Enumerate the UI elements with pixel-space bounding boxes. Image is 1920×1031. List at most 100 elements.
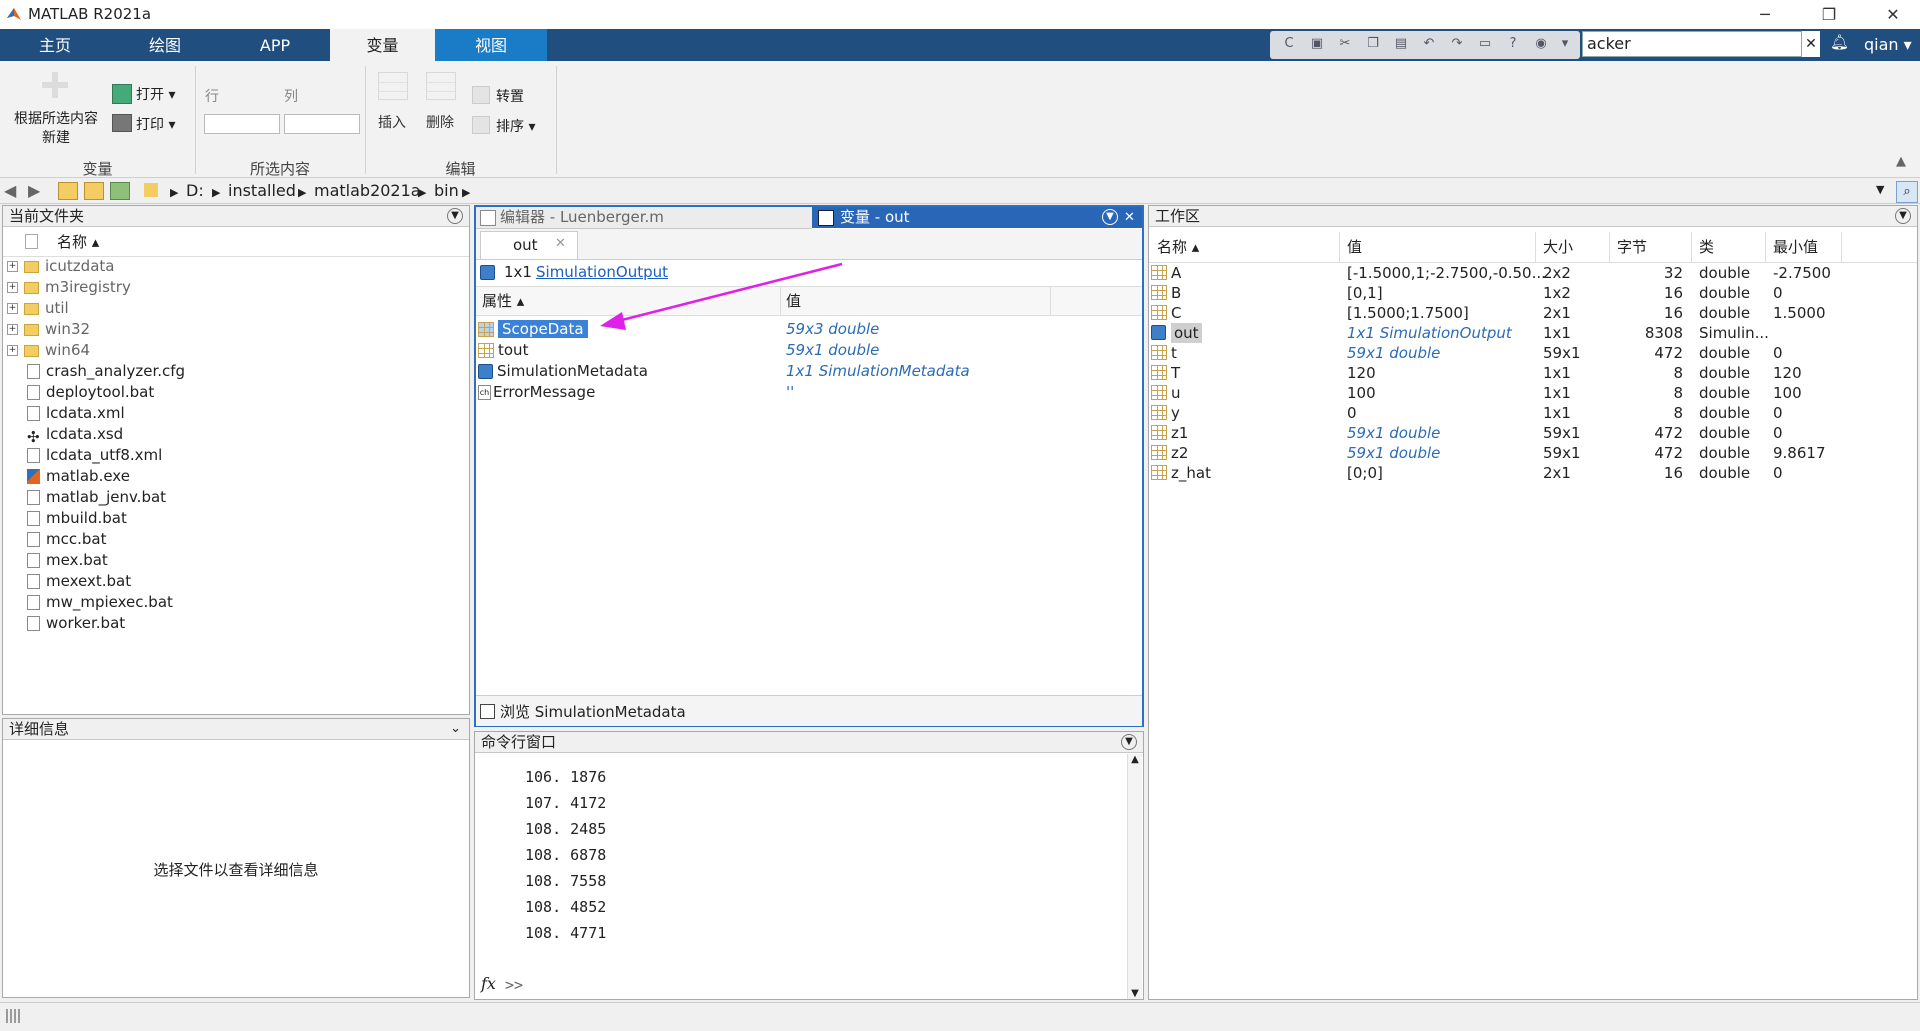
matrix-icon — [1151, 345, 1167, 360]
workspace-panel: 工作区 ▼ 名称 ▴ 值 大小 字节 类 最小值 A [-1.5000,1;-2.… — [1148, 205, 1918, 1000]
ws-cell-min: 1.5000 — [1773, 304, 1826, 322]
command-output: 106. 1876 107. 4172 108. 2485 108. 6878 … — [525, 764, 606, 946]
ws-cell-size: 1x1 — [1543, 324, 1571, 342]
ws-cell-class: double — [1699, 404, 1751, 422]
ws-cell-class: double — [1699, 364, 1751, 382]
workspace-row[interactable]: y 0 1x1 8 double 0 — [1149, 403, 1917, 423]
workspace-row[interactable]: C [1.5000;1.7500] 2x1 16 double 1.5000 — [1149, 303, 1917, 323]
status-busy-icon — [6, 1009, 22, 1023]
ws-cell-class: double — [1699, 264, 1751, 282]
ws-cell-name: t — [1171, 344, 1177, 362]
workspace-row[interactable]: z1 59x1 double 59x1 472 double 0 — [1149, 423, 1917, 443]
ws-cell-bytes: 16 — [1663, 304, 1683, 322]
matrix-icon — [1151, 385, 1167, 400]
ws-cell-size: 59x1 — [1543, 344, 1581, 362]
matrix-icon — [1151, 305, 1167, 320]
workspace-row[interactable]: T 120 1x1 8 double 120 — [1149, 363, 1917, 383]
command-prompt[interactable]: >> — [505, 976, 523, 994]
matrix-icon — [1151, 365, 1167, 380]
workspace-row[interactable]: z_hat [0;0] 2x1 16 double 0 — [1149, 463, 1917, 483]
matrix-icon — [1151, 265, 1167, 280]
ws-cell-min: 120 — [1773, 364, 1802, 382]
ws-cell-class: double — [1699, 304, 1751, 322]
function-browser-icon[interactable]: fx — [481, 974, 496, 993]
ws-cell-value: 120 — [1347, 364, 1376, 382]
workspace-title: 工作区 — [1155, 207, 1201, 225]
ws-cell-bytes: 472 — [1654, 444, 1683, 462]
struct-icon — [1151, 325, 1166, 340]
ws-cell-name: out — [1171, 323, 1202, 343]
column-divider — [1841, 232, 1842, 262]
ws-cell-size: 59x1 — [1543, 444, 1581, 462]
column-divider — [1535, 232, 1536, 262]
ws-col-min[interactable]: 最小值 — [1773, 232, 1818, 262]
workspace-row[interactable]: z2 59x1 double 59x1 472 double 9.8617 — [1149, 443, 1917, 463]
ws-cell-name: A — [1171, 264, 1182, 282]
workspace-row[interactable]: B [0,1] 1x2 16 double 0 — [1149, 283, 1917, 303]
panel-actions-icon[interactable]: ▼ — [1895, 208, 1911, 224]
scroll-up-icon[interactable]: ▲ — [1128, 754, 1142, 765]
ws-cell-bytes: 32 — [1663, 264, 1683, 282]
workspace-row[interactable]: u 100 1x1 8 double 100 — [1149, 383, 1917, 403]
ws-cell-size: 2x2 — [1543, 264, 1571, 282]
ws-cell-class: Simulin... — [1699, 324, 1769, 342]
ws-cell-bytes: 16 — [1663, 464, 1683, 482]
ws-cell-name: u — [1171, 384, 1181, 402]
ws-cell-value: [0,1] — [1347, 284, 1383, 302]
matrix-icon — [1151, 445, 1167, 460]
ws-cell-min: 0 — [1773, 284, 1783, 302]
vertical-scrollbar[interactable]: ▲ ▼ — [1127, 754, 1142, 999]
workspace-row[interactable]: out 1x1 SimulationOutput 1x1 8308 Simulin... — [1149, 323, 1917, 343]
workspace-header: 工作区 — [1149, 206, 1917, 227]
column-divider — [1765, 232, 1766, 262]
ws-cell-value: 59x1 double — [1347, 424, 1441, 442]
ws-cell-value: [-1.5000,1;-2.7500,-0.50... — [1347, 264, 1546, 282]
ws-cell-min: -2.7500 — [1773, 264, 1831, 282]
command-window-title: 命令行窗口 — [481, 733, 557, 751]
ws-cell-bytes: 8308 — [1644, 324, 1683, 342]
ws-cell-bytes: 16 — [1663, 284, 1683, 302]
ws-cell-value: 100 — [1347, 384, 1376, 402]
ws-col-bytes[interactable]: 字节 — [1617, 232, 1647, 262]
column-divider — [1609, 232, 1610, 262]
ws-col-class[interactable]: 类 — [1699, 232, 1714, 262]
ws-cell-bytes: 8 — [1673, 364, 1683, 382]
ws-cell-size: 1x1 — [1543, 364, 1571, 382]
ws-cell-value: [1.5000;1.7500] — [1347, 304, 1469, 322]
workspace-row[interactable]: A [-1.5000,1;-2.7500,-0.50... 2x2 32 double -… — [1149, 263, 1917, 283]
matrix-icon — [1151, 465, 1167, 480]
ws-cell-value: [0;0] — [1347, 464, 1383, 482]
ws-cell-name: z_hat — [1171, 464, 1211, 482]
panel-actions-icon[interactable]: ▼ — [1121, 734, 1137, 750]
ws-cell-value: 1x1 SimulationOutput — [1347, 324, 1512, 342]
status-bar — [0, 1002, 1920, 1031]
output-line: 108. 6878 — [525, 846, 607, 864]
workspace-row[interactable]: t 59x1 double 59x1 472 double 0 — [1149, 343, 1917, 363]
column-divider — [1691, 232, 1692, 262]
annotation-arrow — [613, 262, 843, 324]
ws-cell-value: 59x1 double — [1347, 444, 1441, 462]
ws-cell-value: 59x1 double — [1347, 344, 1441, 362]
output-line: 106. 1876 — [525, 768, 607, 786]
command-window-header: 命令行窗口 — [475, 732, 1143, 753]
ws-cell-bytes: 8 — [1673, 404, 1683, 422]
workspace-column-header: 名称 ▴ 值 大小 字节 类 最小值 — [1149, 232, 1917, 263]
matrix-icon — [1151, 285, 1167, 300]
output-line: 108. 7558 — [525, 872, 607, 890]
ws-cell-min: 9.8617 — [1773, 444, 1826, 462]
ws-cell-bytes: 8 — [1673, 384, 1683, 402]
ws-cell-class: double — [1699, 444, 1751, 462]
ws-cell-name: T — [1171, 364, 1181, 382]
ws-cell-min: 0 — [1773, 424, 1783, 442]
ws-cell-size: 2x1 — [1543, 464, 1571, 482]
command-window-panel: 命令行窗口 ▼ 106. 1876 107. 4172 108. 2485 10… — [474, 731, 1144, 1000]
ws-cell-class: double — [1699, 424, 1751, 442]
ws-col-value[interactable]: 值 — [1347, 232, 1362, 262]
ws-cell-value: 0 — [1347, 404, 1357, 422]
scroll-down-icon[interactable]: ▼ — [1128, 988, 1142, 999]
output-line: 108. 2485 — [525, 820, 607, 838]
ws-cell-name: C — [1171, 304, 1182, 322]
arrowhead — [600, 312, 626, 330]
ws-col-size[interactable]: 大小 — [1543, 232, 1573, 262]
ws-col-name[interactable]: 名称 ▴ — [1157, 232, 1199, 262]
